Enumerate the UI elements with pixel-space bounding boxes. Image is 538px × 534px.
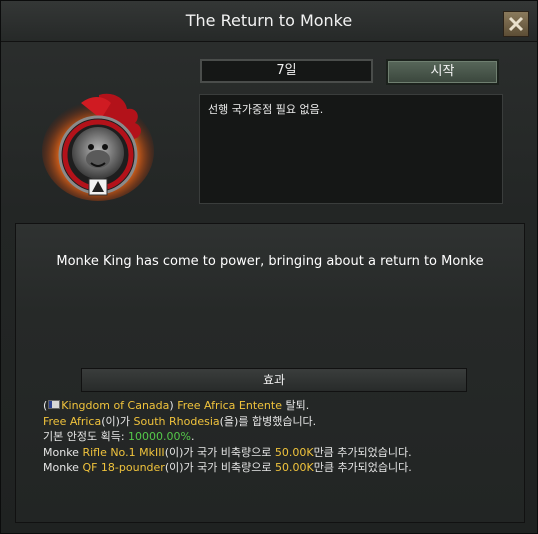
stability-value: 10000.00% [128,430,191,443]
start-button[interactable]: 시작 [386,59,499,85]
canada-flag-icon [48,400,61,409]
close-x-icon [508,16,524,32]
close-button[interactable] [503,11,529,37]
effect-line-3: 기본 안정도 획득: 10000.00%. [43,430,195,443]
equipment-amount: 50.00K [274,445,314,459]
faction-name[interactable]: Free Africa Entente [177,399,282,412]
equipment-name[interactable]: Rifle No.1 MkIII [82,446,164,459]
days-display: 7일 [200,59,373,83]
equipment-name[interactable]: QF 18-pounder [82,461,164,474]
country-name[interactable]: Kingdom of Canada [61,399,169,412]
equipment-amount: 50.00K [274,461,314,474]
focus-description: Monke King has come to power, bringing a… [56,254,484,269]
monke-focus-emblem-icon [42,93,154,201]
annexed-target[interactable]: South Rhodesia [134,415,220,428]
effect-line-5: Monke QF 18-pounder(이)가 국가 비축량으로 50.00K만… [43,461,412,474]
effect-line-2: Free Africa(이)가 South Rhodesia(을)를 합병했습니… [43,414,317,428]
state-name[interactable]: Free Africa [43,415,101,428]
title-bar: The Return to Monke [1,1,537,42]
effect-line-4: Monke Rifle No.1 MkIII(이)가 국가 비축량으로 50.0… [43,445,412,459]
window-title: The Return to Monke [185,11,353,30]
effects-header: 효과 [81,368,467,392]
main-panel: Monke King has come to power, bringing a… [15,223,525,523]
prerequisite-text: 선행 국가중점 필요 없음. [208,103,324,116]
effect-line-1: (Kingdom of Canada) Free Africa Entente … [43,399,310,412]
prerequisite-box: 선행 국가중점 필요 없음. [199,94,503,204]
focus-window: The Return to Monke 7일 시작 선행 국가중점 필요 없음.… [0,0,538,534]
effects-list: (Kingdom of Canada) Free Africa Entente … [43,398,412,476]
